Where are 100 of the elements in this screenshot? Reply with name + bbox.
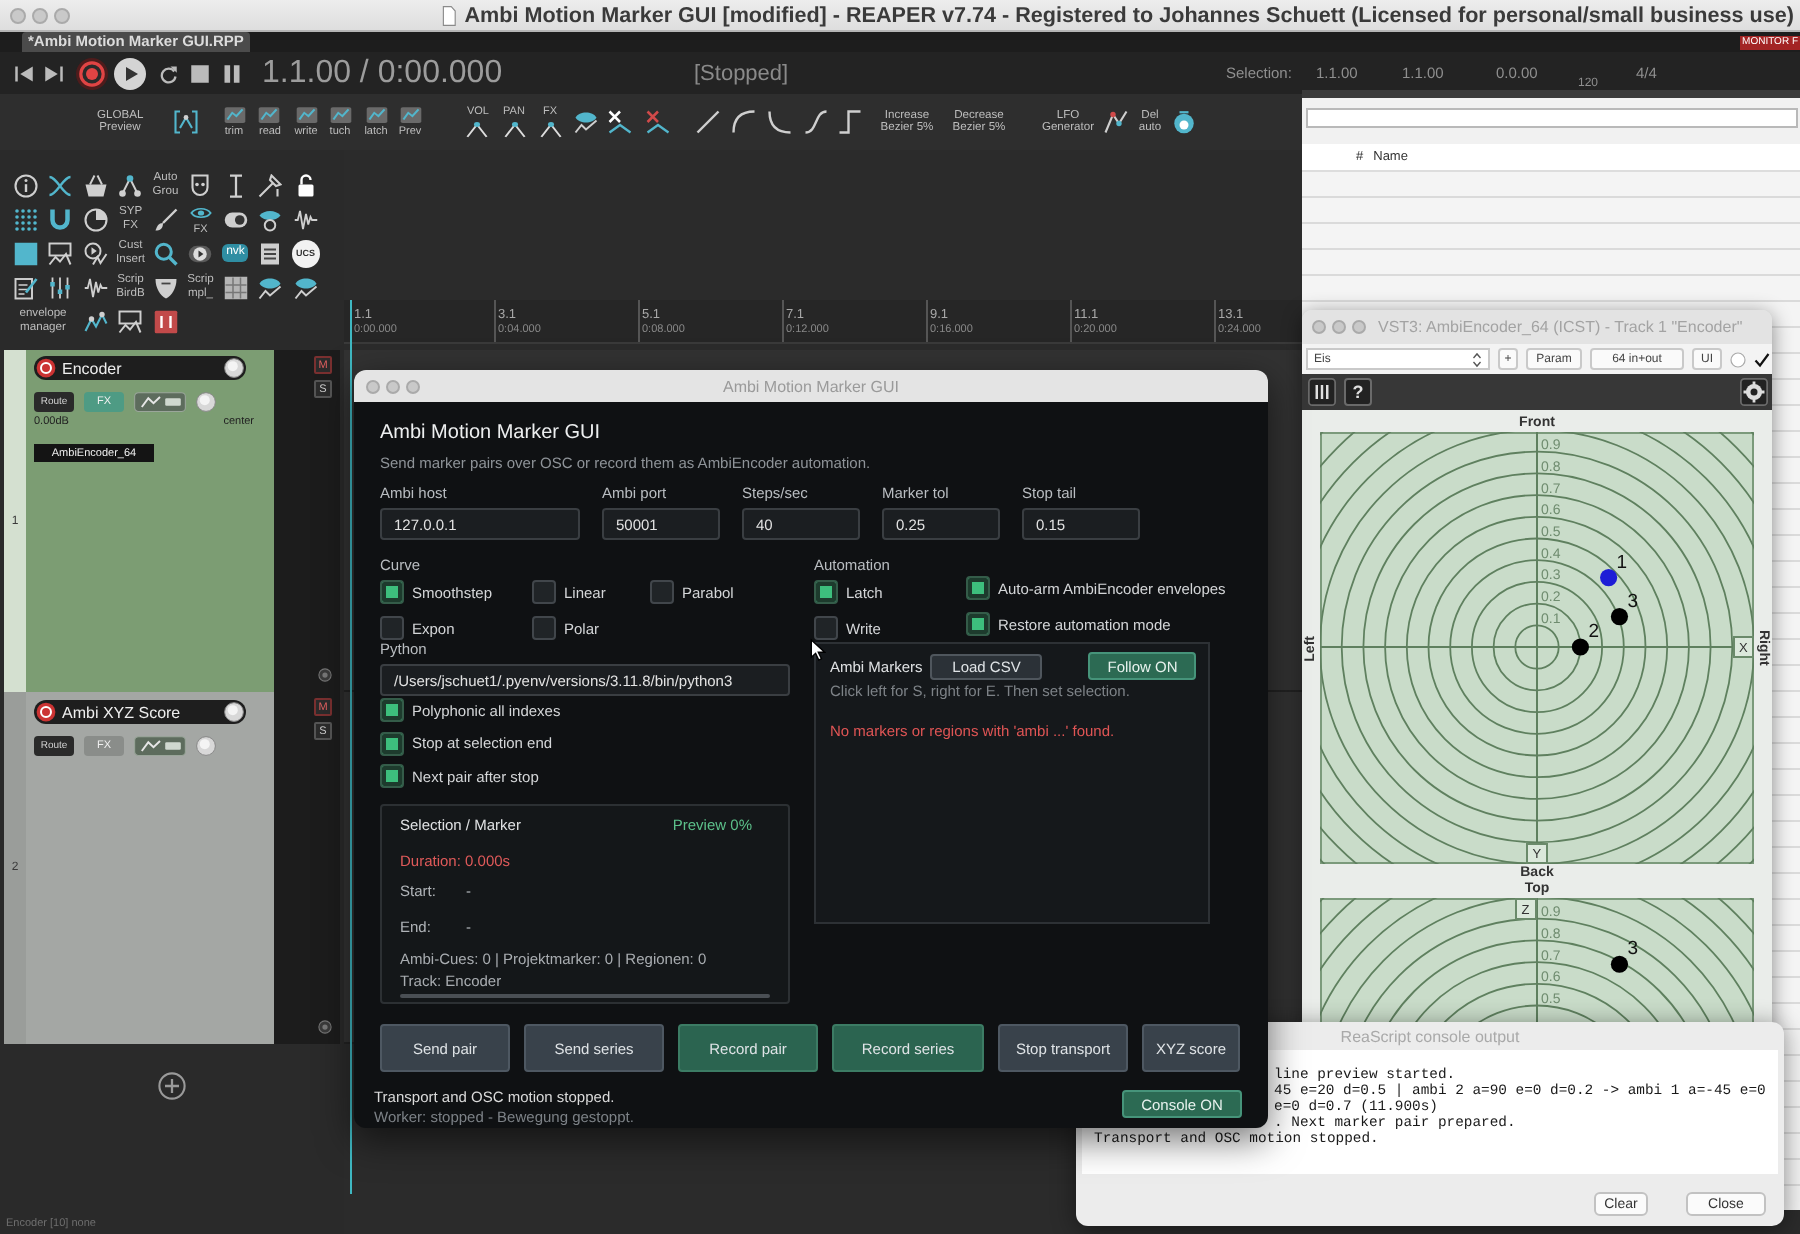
checkbox[interactable] bbox=[380, 698, 404, 722]
volume-knob-icon[interactable] bbox=[224, 702, 244, 722]
checkbox[interactable] bbox=[532, 580, 556, 604]
curve-box-icon bbox=[258, 106, 281, 124]
checkbox[interactable] bbox=[380, 731, 404, 755]
up-down-icon bbox=[1470, 351, 1484, 367]
point-label: 2 bbox=[1588, 621, 1599, 643]
record-icon[interactable] bbox=[76, 57, 108, 89]
node-box-icon[interactable] bbox=[48, 241, 73, 265]
checkbox[interactable] bbox=[650, 580, 674, 604]
pie-icon[interactable] bbox=[83, 207, 108, 231]
cross-node-icon[interactable] bbox=[607, 110, 631, 134]
point-label: 1 bbox=[1616, 551, 1628, 574]
checkbox[interactable] bbox=[966, 612, 990, 636]
curve-box-icon bbox=[329, 106, 351, 124]
source-point[interactable] bbox=[1571, 638, 1589, 656]
document-icon[interactable] bbox=[258, 241, 283, 265]
curve-box-icon bbox=[365, 106, 387, 124]
pause-icon[interactable] bbox=[222, 63, 242, 83]
basket-icon[interactable] bbox=[83, 173, 108, 197]
checkbox[interactable] bbox=[966, 576, 990, 600]
window-title: Ambi Motion Marker GUI [modified] - REAPER v7.74 - Registered to Johannes Schuett (Licensed for personal/small business use) bbox=[464, 3, 1794, 27]
s-curve-icon[interactable] bbox=[804, 110, 828, 134]
waveform-icon[interactable] bbox=[83, 275, 108, 299]
record-arm-icon[interactable] bbox=[36, 702, 56, 722]
play-wave-icon[interactable] bbox=[83, 241, 108, 265]
crossed-curves-icon[interactable] bbox=[48, 173, 73, 197]
shield-icon[interactable] bbox=[153, 275, 178, 299]
checkbox[interactable] bbox=[380, 580, 404, 604]
square-icon[interactable] bbox=[13, 241, 38, 265]
checkbox[interactable] bbox=[532, 616, 556, 640]
node-graph-icon[interactable] bbox=[118, 173, 143, 197]
curve-box-icon bbox=[223, 106, 245, 124]
edit-document-icon[interactable] bbox=[13, 275, 38, 299]
checkbox[interactable] bbox=[380, 764, 404, 788]
pan-knob-icon[interactable] bbox=[196, 392, 216, 412]
bars-icon[interactable] bbox=[1308, 378, 1336, 406]
brush-icon[interactable] bbox=[153, 207, 178, 231]
zigzag-box-icon[interactable] bbox=[134, 392, 186, 412]
zigzag-box-icon[interactable] bbox=[134, 736, 186, 756]
bars-box-icon[interactable] bbox=[153, 309, 178, 333]
curve-box-icon bbox=[399, 106, 421, 124]
mask-icon[interactable] bbox=[188, 173, 213, 197]
node-line-icon[interactable] bbox=[1103, 110, 1127, 134]
record-arm-icon[interactable] bbox=[36, 358, 56, 378]
pan-knob-icon[interactable] bbox=[196, 736, 216, 756]
small-circle-icon[interactable] bbox=[318, 1020, 332, 1034]
magnet-icon[interactable] bbox=[48, 207, 73, 231]
stop-icon[interactable] bbox=[190, 63, 210, 83]
mixer-icon[interactable] bbox=[48, 275, 73, 299]
eye-node-icon[interactable] bbox=[573, 110, 597, 134]
node-line-icon[interactable] bbox=[83, 309, 108, 333]
search-field[interactable] bbox=[1306, 108, 1798, 128]
help-button[interactable]: ? bbox=[1344, 378, 1372, 406]
crosshair-icon[interactable] bbox=[1740, 378, 1768, 406]
step-icon[interactable] bbox=[838, 110, 862, 134]
play-icon[interactable] bbox=[114, 57, 146, 89]
repeat-icon[interactable] bbox=[158, 63, 178, 83]
window-title: ReaScript console output bbox=[1340, 1027, 1520, 1045]
toggle-icon[interactable] bbox=[223, 207, 248, 231]
circle-icon[interactable] bbox=[1172, 110, 1196, 134]
lock-icon[interactable] bbox=[293, 173, 318, 197]
document-icon bbox=[440, 5, 459, 25]
eye-node-icon[interactable] bbox=[293, 275, 318, 299]
dot-grid-icon[interactable] bbox=[13, 207, 38, 231]
waveform-icon[interactable] bbox=[293, 207, 318, 231]
source-point[interactable] bbox=[1610, 608, 1629, 626]
source-point[interactable] bbox=[1600, 568, 1618, 587]
straight-line-icon[interactable] bbox=[696, 110, 720, 134]
curve-box-icon bbox=[295, 106, 317, 124]
peak-node-icon bbox=[503, 120, 525, 138]
eye-ring-icon[interactable] bbox=[258, 207, 283, 231]
source-point[interactable] bbox=[1610, 955, 1629, 973]
skip-forward-icon[interactable] bbox=[44, 63, 64, 83]
skip-back-icon[interactable] bbox=[14, 63, 34, 83]
curve-icon[interactable] bbox=[768, 110, 792, 134]
volume-knob-icon[interactable] bbox=[224, 358, 244, 378]
checkbox[interactable] bbox=[814, 580, 838, 604]
magnifier-icon[interactable] bbox=[153, 241, 178, 265]
small-circle-icon[interactable] bbox=[318, 668, 332, 682]
cross-node-icon[interactable] bbox=[645, 110, 669, 134]
eye-node-icon[interactable] bbox=[258, 275, 283, 299]
bracket-node-icon[interactable] bbox=[173, 110, 197, 134]
checkmark-icon[interactable] bbox=[1754, 351, 1770, 367]
curve-icon[interactable] bbox=[732, 110, 756, 134]
play-state-label: [Stopped] bbox=[694, 61, 789, 85]
peak-node-icon bbox=[539, 120, 561, 138]
info-icon[interactable] bbox=[13, 173, 38, 197]
grid-icon[interactable] bbox=[223, 275, 248, 299]
window-title: VST3: AmbiEncoder_64 (ICST) - Track 1 "Encoder" bbox=[1378, 318, 1743, 336]
checkbox[interactable] bbox=[814, 616, 838, 640]
dialog-heading: Ambi Motion Marker GUI bbox=[380, 420, 601, 446]
track-name-field[interactable]: Ambi XYZ Score bbox=[34, 700, 246, 724]
track-name-field[interactable]: Encoder bbox=[34, 356, 246, 380]
pin-icon[interactable] bbox=[258, 173, 283, 197]
play-icon[interactable] bbox=[188, 241, 213, 265]
add-icon[interactable] bbox=[158, 1072, 186, 1100]
checkbox[interactable] bbox=[380, 616, 404, 640]
horizontal-scrollbar[interactable] bbox=[400, 994, 770, 998]
node-box-icon[interactable] bbox=[118, 309, 143, 333]
